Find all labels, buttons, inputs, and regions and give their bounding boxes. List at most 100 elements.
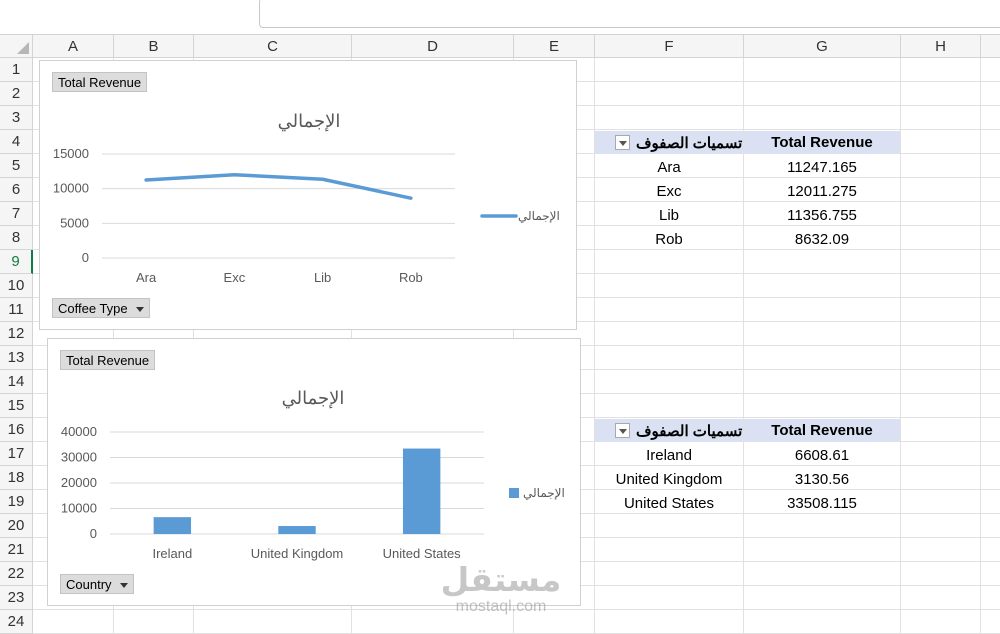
y-tick-label: 20000 <box>61 475 97 490</box>
series-line <box>144 172 413 200</box>
row-header-10[interactable]: 10 <box>0 274 33 298</box>
pivot-row-label[interactable]: Lib <box>595 203 743 227</box>
pivot-value[interactable]: 33508.115 <box>744 491 900 515</box>
chart-title: الإجمالي <box>278 111 341 132</box>
row-header-7[interactable]: 7 <box>0 202 33 226</box>
x-tick-label: Lib <box>314 270 331 285</box>
row-header-8[interactable]: 8 <box>0 226 33 250</box>
y-tick-label: 0 <box>90 526 97 541</box>
line-chart-svg: الإجمالي 0 5000 10000 15000 Ara Exc Lib Rob الإجم… <box>53 111 560 285</box>
filter-dropdown-icon[interactable] <box>615 135 630 150</box>
row-header-1[interactable]: 1 <box>0 58 33 82</box>
column-header-f[interactable]: F <box>595 35 744 58</box>
x-tick-label: Ireland <box>152 546 192 561</box>
pivot-row-label[interactable]: Ireland <box>595 443 743 467</box>
row-header-14[interactable]: 14 <box>0 370 33 394</box>
row-header-9[interactable]: 9 <box>0 250 33 274</box>
column-header-e[interactable]: E <box>514 35 595 58</box>
legend-label: الإجمالي <box>518 209 560 223</box>
legend-square-icon <box>509 488 519 498</box>
x-tick-label: United Kingdom <box>251 546 344 561</box>
row-header-17[interactable]: 17 <box>0 442 33 466</box>
column-header-next[interactable] <box>981 35 1000 58</box>
row-header-18[interactable]: 18 <box>0 466 33 490</box>
row-header-5[interactable]: 5 <box>0 154 33 178</box>
bar <box>153 517 192 534</box>
row-header-6[interactable]: 6 <box>0 178 33 202</box>
dropdown-arrow-icon <box>119 583 128 589</box>
y-tick-label: 10000 <box>61 501 97 516</box>
bar <box>402 448 441 534</box>
x-tick-label: Ara <box>136 270 157 285</box>
row-header-16[interactable]: 16 <box>0 418 33 442</box>
filter-dropdown-icon[interactable] <box>615 423 630 438</box>
formula-bar-area <box>0 0 1000 34</box>
row-header-12[interactable]: 12 <box>0 322 33 346</box>
data-point <box>409 196 413 200</box>
pivot-row-label[interactable]: Rob <box>595 227 743 251</box>
y-tick-label: 40000 <box>61 424 97 439</box>
select-all-button[interactable] <box>0 35 33 58</box>
y-tick-label: 15000 <box>53 146 89 161</box>
pivot-value[interactable]: 6608.61 <box>744 443 900 467</box>
pivot-value[interactable]: 3130.56 <box>744 467 900 491</box>
row-header-20[interactable]: 20 <box>0 514 33 538</box>
pivot-value[interactable]: 12011.275 <box>744 179 900 203</box>
pivot-row-labels-header: تسميات الصفوف <box>595 131 743 154</box>
pivot-row-labels-text: تسميات الصفوف <box>636 134 743 152</box>
pivot-value[interactable]: 11247.165 <box>744 155 900 179</box>
y-tick-label: 10000 <box>53 181 89 196</box>
row-header-24[interactable]: 24 <box>0 610 33 634</box>
x-tick-label: Rob <box>399 270 423 285</box>
row-header-13[interactable]: 13 <box>0 346 33 370</box>
formula-input[interactable] <box>259 0 1000 28</box>
chart-title: الإجمالي <box>282 388 345 409</box>
pivot-row-label[interactable]: Ara <box>595 155 743 179</box>
mostaql-watermark-logo: مستقل mostaql.com <box>440 560 562 620</box>
row-header-2[interactable]: 2 <box>0 82 33 106</box>
row-header-15[interactable]: 15 <box>0 394 33 418</box>
legend-label: الإجمالي <box>523 486 565 500</box>
watermark-sub-text: mostaql.com <box>455 598 547 615</box>
row-header-23[interactable]: 23 <box>0 586 33 610</box>
select-all-triangle-icon <box>17 42 29 54</box>
y-tick-label: 30000 <box>61 450 97 465</box>
row-header-11[interactable]: 11 <box>0 298 33 322</box>
column-header-b[interactable]: B <box>114 35 194 58</box>
row-header-21[interactable]: 21 <box>0 538 33 562</box>
x-tick-label: Exc <box>224 270 246 285</box>
value-field-button[interactable]: Total Revenue <box>52 72 148 92</box>
axis-field-label: Coffee Type <box>58 301 128 316</box>
column-header-c[interactable]: C <box>194 35 352 58</box>
bar <box>278 526 316 534</box>
column-header-d[interactable]: D <box>352 35 514 58</box>
y-tick-label: 0 <box>82 250 89 265</box>
row-header-22[interactable]: 22 <box>0 562 33 586</box>
pivot-value-header: Total Revenue <box>744 131 900 154</box>
data-point <box>144 178 148 182</box>
row-header-3[interactable]: 3 <box>0 106 33 130</box>
pivot-value[interactable]: 8632.09 <box>744 227 900 251</box>
column-header-g[interactable]: G <box>744 35 901 58</box>
pivot-row-label[interactable]: United Kingdom <box>595 467 743 491</box>
y-tick-label: 5000 <box>60 215 89 230</box>
data-point <box>232 173 236 177</box>
row-header-4[interactable]: 4 <box>0 130 33 154</box>
row-header-19[interactable]: 19 <box>0 490 33 514</box>
x-tick-label: United States <box>383 546 462 561</box>
axis-field-button[interactable]: Country <box>60 574 134 594</box>
pivot-chart-coffee-type[interactable]: الإجمالي 0 5000 10000 15000 Ara Exc Lib Rob الإجم… <box>39 60 577 330</box>
pivot-row-label[interactable]: United States <box>595 491 743 515</box>
data-point <box>321 177 325 181</box>
column-header-a[interactable]: A <box>33 35 114 58</box>
column-header-h[interactable]: H <box>901 35 981 58</box>
pivot-row-label[interactable]: Exc <box>595 179 743 203</box>
value-field-button[interactable]: Total Revenue <box>60 350 156 370</box>
pivot-row-labels-text: تسميات الصفوف <box>636 422 743 440</box>
dropdown-arrow-icon <box>135 307 144 313</box>
axis-field-label: Country <box>66 577 112 592</box>
pivot-row-labels-header: تسميات الصفوف <box>595 419 743 442</box>
pivot-value[interactable]: 11356.755 <box>744 203 900 227</box>
axis-field-button[interactable]: Coffee Type <box>52 298 150 318</box>
pivot-value-header: Total Revenue <box>744 419 900 442</box>
